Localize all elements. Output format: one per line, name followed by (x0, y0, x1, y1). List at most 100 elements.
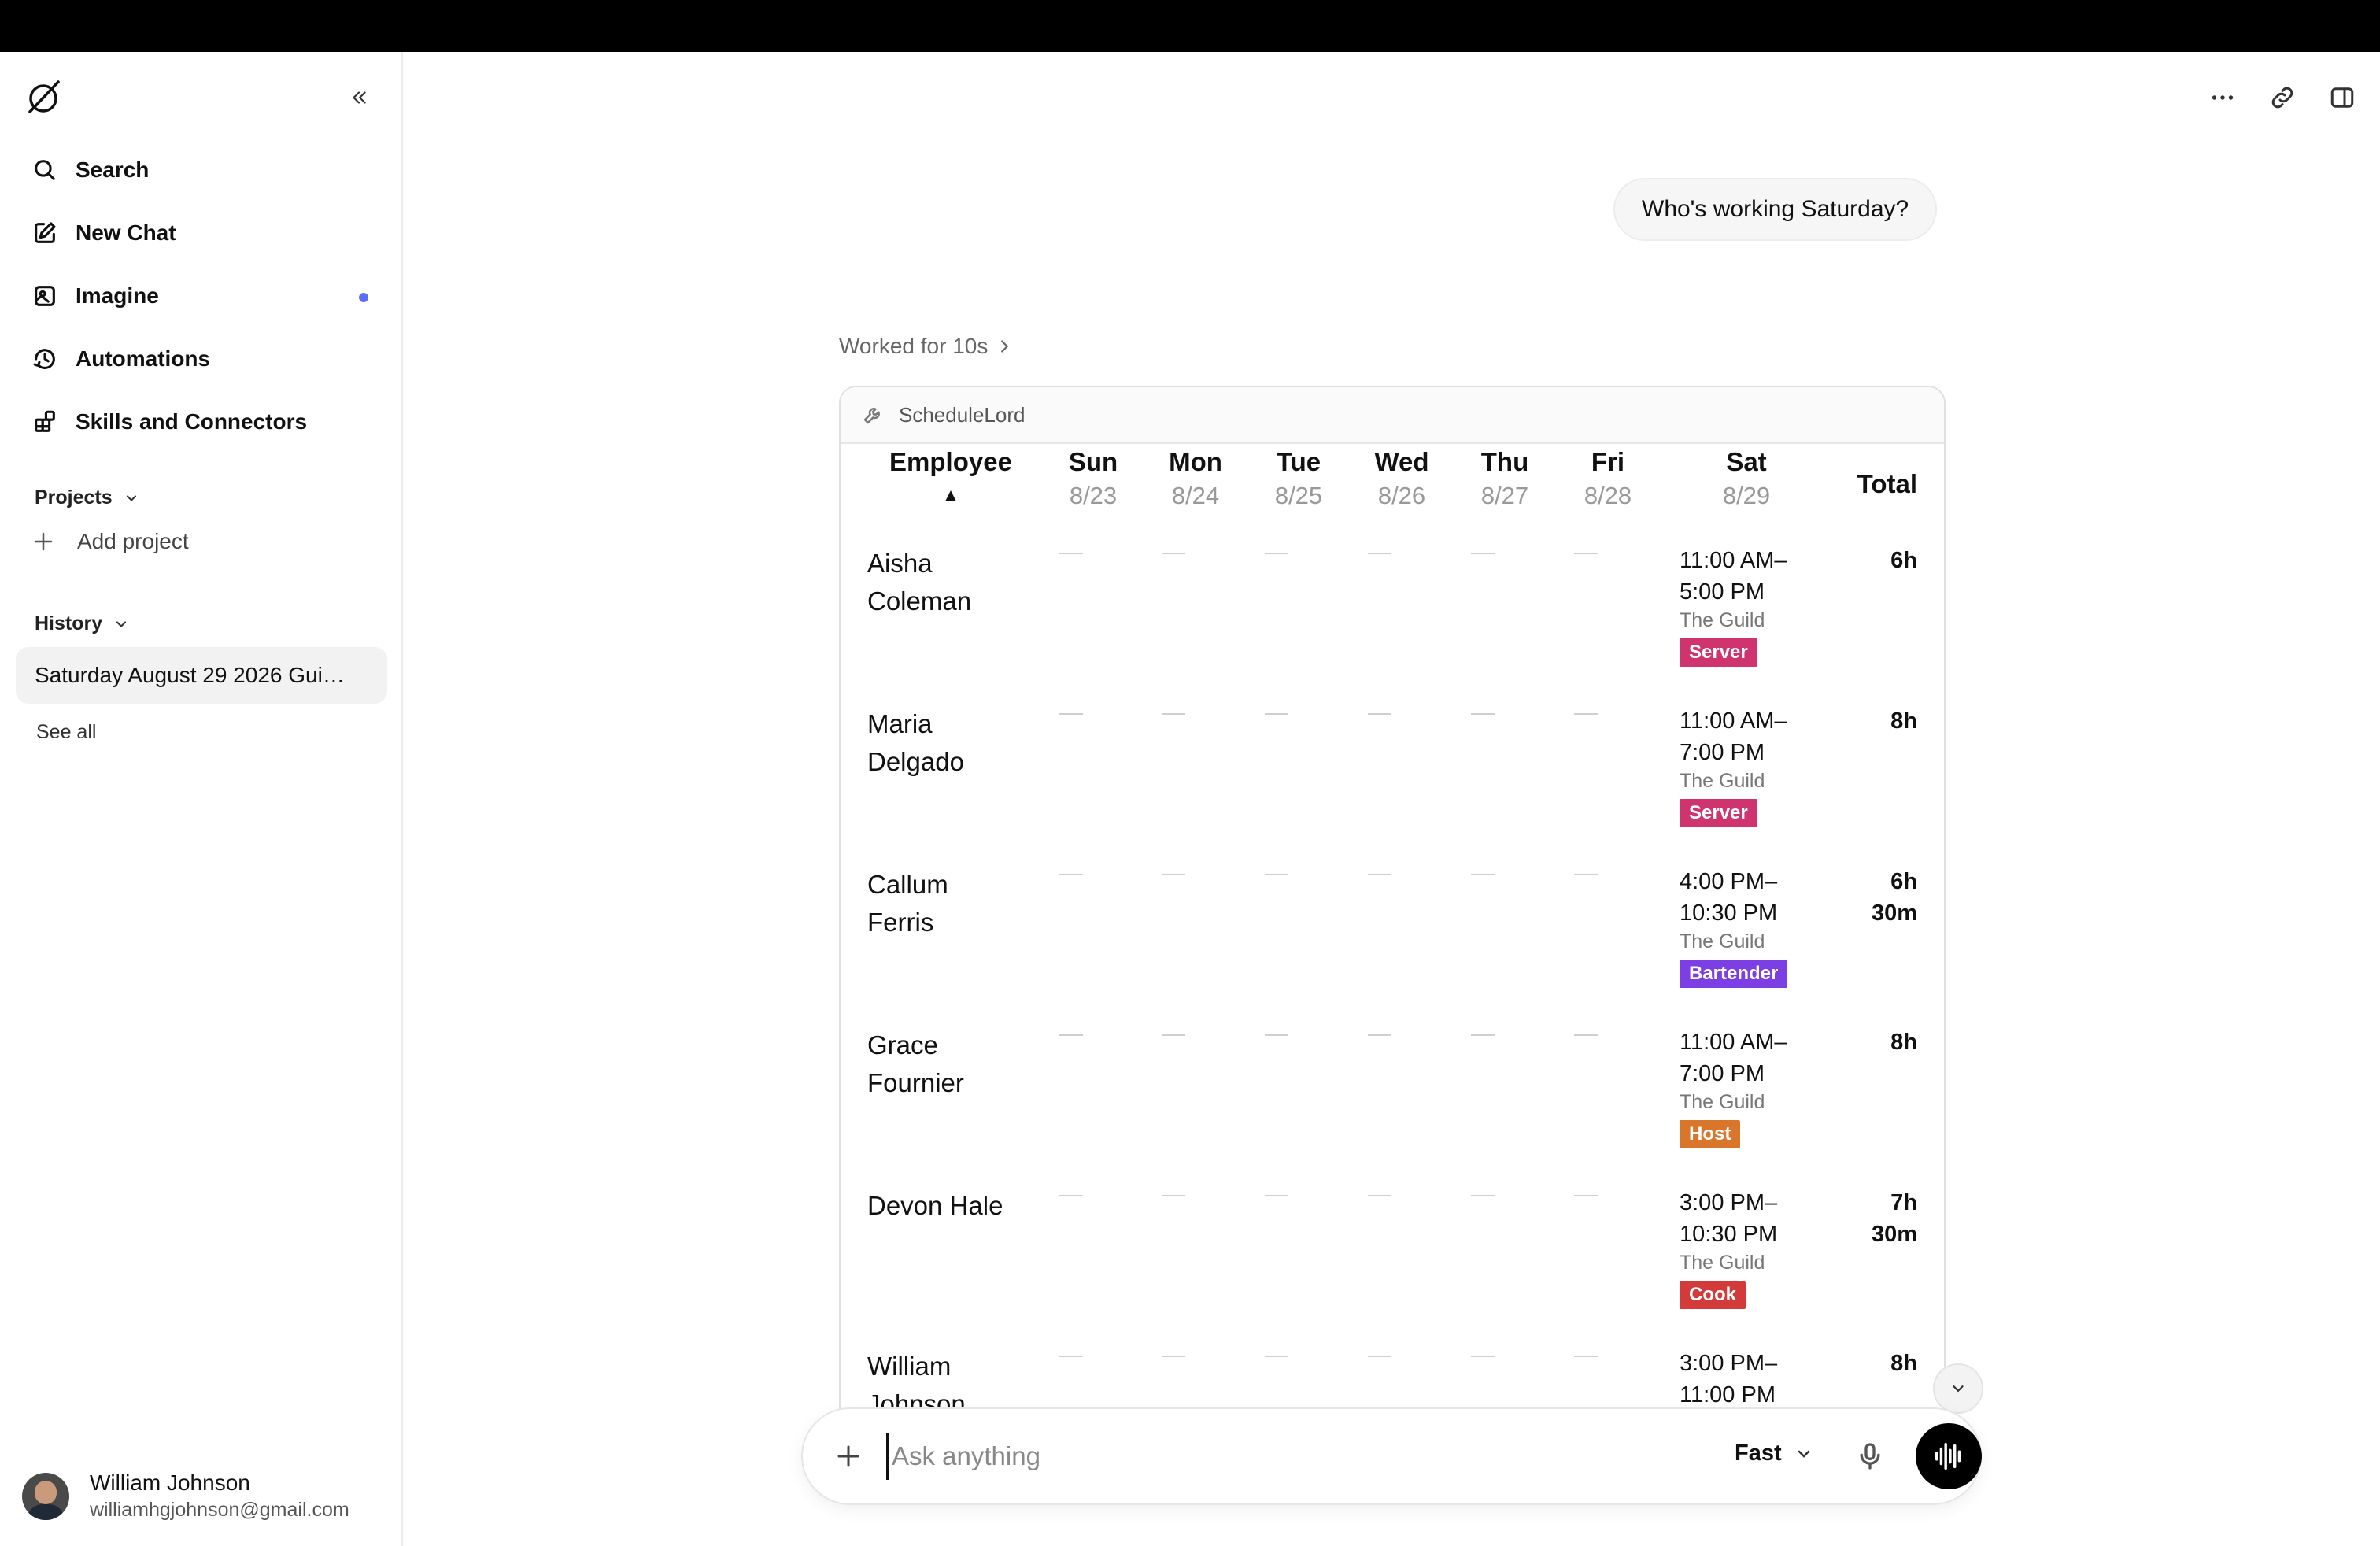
scroll-to-bottom-button[interactable] (1933, 1363, 1983, 1414)
empty-shift (1265, 874, 1288, 875)
employee-column-header[interactable]: Employee ▲ (841, 447, 1061, 507)
voice-mode-button[interactable] (1916, 1423, 1982, 1489)
sidebar-item-search[interactable]: Search (16, 139, 386, 202)
day-name: Sat (1726, 447, 1767, 476)
empty-shift (1059, 1034, 1083, 1036)
shift-end: 11:00 PM (1680, 1382, 1776, 1407)
shift-cell: 3:00 PM– 11:00 PM (1680, 1348, 1837, 1411)
employee-name: Aisha Coleman (867, 549, 972, 616)
tool-header: ScheduleLord (841, 387, 1944, 444)
sidebar: Search New Chat Imagine Automations Skil… (0, 52, 403, 1546)
app-logo-icon[interactable] (24, 77, 63, 117)
sidebar-item-new-chat[interactable]: New Chat (16, 202, 386, 264)
day-name: Tue (1276, 447, 1321, 476)
automations-icon (33, 349, 55, 369)
empty-shift (1265, 553, 1288, 554)
sidebar-item-automations[interactable]: Automations (16, 327, 386, 390)
empty-shift (1059, 713, 1083, 715)
shift-end: 5:00 PM (1680, 579, 1765, 605)
row-total: 7h 30m (1871, 1190, 1917, 1247)
empty-shift (1162, 553, 1185, 554)
microphone-icon[interactable] (1854, 1441, 1886, 1472)
chevron-down-icon (1798, 1450, 1809, 1458)
user-message-bubble: Who's working Saturday? (1613, 178, 1938, 241)
sidebar-item-label: New Chat (76, 220, 176, 245)
empty-shift (1059, 553, 1083, 554)
add-project-button[interactable]: Add project (31, 529, 189, 554)
empty-shift (1059, 1356, 1083, 1357)
user-profile[interactable]: William Johnson williamhgjohnson@gmail.c… (22, 1470, 349, 1522)
notification-dot (359, 293, 368, 302)
day-name: Thu (1480, 447, 1529, 476)
shift-end: 10:30 PM (1680, 1222, 1778, 1247)
new-chat-icon (35, 222, 56, 243)
empty-shift (1574, 1195, 1598, 1196)
chevron-right-icon (1001, 340, 1009, 353)
collapse-sidebar-icon[interactable] (343, 82, 375, 113)
share-link-icon[interactable] (2268, 83, 2297, 112)
day-date: 8/26 (1377, 482, 1426, 509)
history-item[interactable]: Saturday August 29 2026 Gui… (16, 647, 387, 704)
empty-shift (1574, 713, 1598, 715)
history-section-toggle[interactable]: History (35, 612, 129, 635)
shift-start: 3:00 PM– (1680, 1351, 1778, 1376)
role-badge: Host (1680, 1120, 1741, 1148)
day-date: 8/28 (1584, 482, 1632, 509)
sidebar-item-skills[interactable]: Skills and Connectors (16, 390, 386, 453)
empty-shift (1162, 1356, 1185, 1357)
attach-plus-icon[interactable] (834, 1442, 863, 1470)
shift-cell: 11:00 AM– 7:00 PM The Guild Host (1680, 1026, 1837, 1148)
empty-shift (1471, 553, 1495, 554)
chevron-down-icon (1953, 1385, 1964, 1393)
shift-cell: 3:00 PM– 10:30 PM The Guild Cook (1680, 1187, 1837, 1309)
table-row: Devon Hale 3:00 PM– 10:30 PM The Guild C… (841, 1187, 1944, 1348)
shift-end: 7:00 PM (1680, 1061, 1765, 1086)
mode-label: Fast (1735, 1441, 1782, 1466)
empty-shift (1265, 1356, 1288, 1357)
empty-shift (1059, 1195, 1083, 1196)
shift-end: 7:00 PM (1680, 740, 1765, 765)
chevron-down-icon (126, 494, 136, 501)
shift-start: 3:00 PM– (1680, 1190, 1778, 1215)
day-column-header: Sun 8/23 (1058, 447, 1129, 510)
role-badge: Server (1680, 799, 1757, 827)
day-column-header: Sat 8/29 (1711, 447, 1782, 510)
model-mode-select[interactable]: Fast (1735, 1441, 1813, 1466)
worked-for-toggle[interactable]: Worked for 10s (839, 334, 1013, 359)
sidebar-item-imagine[interactable]: Imagine (16, 264, 386, 327)
empty-shift (1368, 713, 1391, 715)
empty-shift (1162, 1034, 1185, 1036)
shift-cell: 11:00 AM– 5:00 PM The Guild Server (1680, 545, 1837, 667)
day-column-header: Fri 8/28 (1572, 447, 1643, 510)
tool-name: ScheduleLord (899, 402, 1026, 427)
empty-shift (1265, 1195, 1288, 1196)
role-badge: Server (1680, 638, 1757, 667)
see-all-link[interactable]: See all (36, 721, 96, 744)
total-column-header: Total (1857, 469, 1917, 498)
empty-shift (1368, 1034, 1391, 1036)
employee-name: Grace Fournier (867, 1030, 964, 1097)
empty-shift (1574, 1356, 1598, 1357)
row-total: 6h 30m (1871, 869, 1917, 926)
row-total: 8h (1890, 1030, 1917, 1055)
empty-shift (1574, 874, 1598, 875)
projects-section-toggle[interactable]: Projects (35, 486, 139, 509)
shift-start: 11:00 AM– (1680, 708, 1787, 734)
day-name: Fri (1591, 447, 1625, 476)
empty-shift (1471, 1034, 1495, 1036)
more-options-icon[interactable] (2208, 83, 2237, 112)
toggle-panel-icon[interactable] (2328, 83, 2356, 112)
add-project-label: Add project (77, 529, 189, 553)
empty-shift (1162, 874, 1185, 875)
empty-shift (1059, 874, 1083, 875)
message-input[interactable] (886, 1433, 1595, 1480)
employee-name: Devon Hale (867, 1191, 1003, 1220)
wrench-icon (863, 408, 880, 424)
sidebar-item-label: Search (76, 157, 150, 182)
user-name: William Johnson (90, 1470, 250, 1495)
row-total: 8h (1890, 708, 1917, 734)
employee-name: Maria Delgado (867, 709, 964, 776)
shift-location: The Guild (1680, 770, 1765, 792)
shift-cell: 4:00 PM– 10:30 PM The Guild Bartender (1680, 866, 1837, 988)
sidebar-item-label: Skills and Connectors (76, 409, 308, 434)
